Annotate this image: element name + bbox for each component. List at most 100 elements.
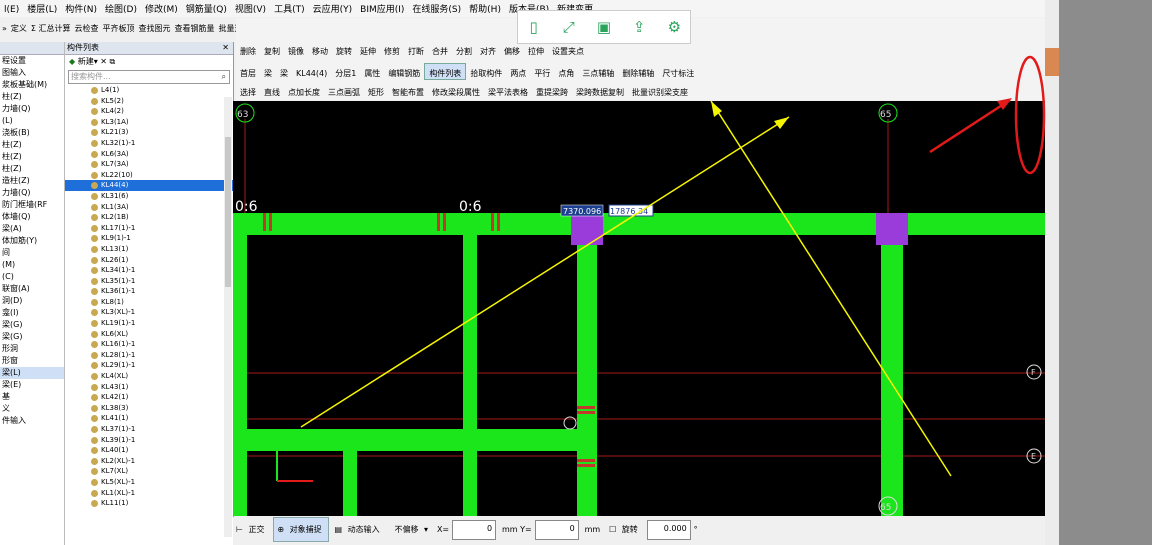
dock-item[interactable]: 联窗(A)	[0, 283, 64, 295]
ribbon-button[interactable]: 三点画弧	[324, 83, 364, 98]
list-item[interactable]: KL9(1)-1	[65, 233, 233, 244]
toolbar-button[interactable]: Σ 汇总计算	[29, 18, 73, 34]
ribbon-button[interactable]: 平行	[530, 64, 554, 79]
column-purple-2[interactable]	[876, 213, 908, 245]
dock-item[interactable]: 体加筋(Y)	[0, 235, 64, 247]
ribbon-button[interactable]: 编辑钢筋	[384, 64, 424, 79]
list-item[interactable]: KL8(1)	[65, 297, 233, 308]
ribbon-button[interactable]: 属性	[360, 64, 384, 79]
rotate-checkbox[interactable]: ☐ 旋转	[606, 518, 644, 541]
list-item[interactable]: KL17(1)-1	[65, 223, 233, 234]
list-item[interactable]: KL42(1)	[65, 392, 233, 403]
ortho-toggle[interactable]: ⊢ 正交	[233, 518, 271, 541]
ribbon-button[interactable]: 批量识别梁支座	[628, 83, 692, 98]
list-item[interactable]: KL3(1A)	[65, 117, 233, 128]
menu-item[interactable]: BIM应用(I)	[356, 0, 408, 15]
dock-item[interactable]: 梁(E)	[0, 379, 64, 391]
menu-item[interactable]: 帮助(H)	[465, 0, 505, 15]
ribbon-button[interactable]: 删除	[236, 42, 260, 57]
close-icon[interactable]: ✕	[222, 42, 229, 54]
beam-col-5[interactable]	[343, 451, 357, 516]
copy-icon[interactable]: ⧉	[110, 57, 116, 66]
ribbon-button[interactable]: KL44(4)	[292, 65, 331, 78]
dyn-input-toggle[interactable]: ▤ 动态输入	[332, 518, 386, 541]
new-button[interactable]: ◆ 新建▾	[69, 57, 98, 66]
list-item[interactable]: KL36(1)-1	[65, 286, 233, 297]
dock-item[interactable]: 基	[0, 391, 64, 403]
toolbar-button[interactable]: 查找图元	[137, 18, 173, 34]
ribbon-button[interactable]: 删除辅轴	[618, 64, 658, 79]
dock-item[interactable]: 浇板(B)	[0, 127, 64, 139]
list-item[interactable]: KL41(1)	[65, 413, 233, 424]
dock-item[interactable]: 龛(I)	[0, 307, 64, 319]
column-purple-1[interactable]	[571, 213, 603, 245]
ribbon-button[interactable]: 修改梁段属性	[428, 83, 484, 98]
list-item[interactable]: KL2(1B)	[65, 212, 233, 223]
ribbon-button[interactable]: 点加长度	[284, 83, 324, 98]
x-field[interactable]: 0	[452, 519, 497, 540]
ribbon-button[interactable]: 拉伸	[524, 42, 548, 57]
list-item[interactable]: KL31(6)	[65, 191, 233, 202]
list-item[interactable]: KL37(1)-1	[65, 424, 233, 435]
list-item[interactable]: KL7(XL)	[65, 466, 233, 477]
list-item[interactable]: KL21(3)	[65, 127, 233, 138]
ribbon-button[interactable]: 设置夹点	[548, 42, 588, 57]
ribbon-button[interactable]: 梁	[260, 64, 276, 79]
ribbon-button[interactable]: 拾取构件	[466, 64, 506, 79]
list-item[interactable]: KL4(2)	[65, 106, 233, 117]
ribbon-button[interactable]: 梁跨数据复制	[572, 83, 628, 98]
y-field[interactable]: 0	[534, 519, 579, 540]
ribbon-button[interactable]: 构件列表	[424, 63, 467, 80]
rotate-field[interactable]: 0.000	[646, 519, 691, 540]
dock-item[interactable]: (C)	[0, 271, 64, 283]
dock-item[interactable]: (L)	[0, 115, 64, 127]
dock-item[interactable]: 浆板基础(M)	[0, 79, 64, 91]
scrollbar[interactable]	[224, 97, 232, 537]
dock-item[interactable]: 间	[0, 247, 64, 259]
list-item[interactable]: KL39(1)-1	[65, 435, 233, 446]
ribbon-button[interactable]: 修剪	[380, 42, 404, 57]
list-item[interactable]: KL16(1)-1	[65, 339, 233, 350]
ribbon-button[interactable]: 两点	[506, 64, 530, 79]
list-item[interactable]: KL19(1)-1	[65, 318, 233, 329]
ribbon-button[interactable]: 对齐	[476, 42, 500, 57]
save-icon[interactable]: ▣	[593, 16, 615, 38]
settings-icon[interactable]: ⚙	[663, 16, 685, 38]
dock-item[interactable]: 柱(Z)	[0, 139, 64, 151]
ribbon-button[interactable]: 偏移	[500, 42, 524, 57]
list-item[interactable]: KL34(1)-1	[65, 265, 233, 276]
menu-item[interactable]: l(E)	[0, 3, 23, 15]
dock-item[interactable]: 形洞	[0, 343, 64, 355]
dock-item[interactable]: 形窗	[0, 355, 64, 367]
toolbar-button[interactable]: »	[0, 19, 9, 33]
ribbon-button[interactable]: 分割	[452, 42, 476, 57]
ribbon-button[interactable]: 合并	[428, 42, 452, 57]
ribbon-button[interactable]: 分层1	[331, 64, 360, 79]
list-item[interactable]: KL40(1)	[65, 445, 233, 456]
ribbon-button[interactable]: 首层	[236, 64, 260, 79]
dock-item[interactable]: 义	[0, 403, 64, 415]
list-item[interactable]: KL1(3A)	[65, 202, 233, 213]
expand-icon[interactable]: ⤢	[558, 16, 580, 38]
beam-col-2[interactable]	[463, 235, 477, 516]
dock-item[interactable]: 力墙(Q)	[0, 103, 64, 115]
dock-item[interactable]: 程设置	[0, 55, 64, 67]
menu-item[interactable]: 钢筋量(Q)	[182, 0, 231, 15]
search-icon[interactable]: ⌕	[222, 71, 226, 83]
menu-item[interactable]: 楼层(L)	[23, 0, 61, 15]
dock-item[interactable]: 梁(L)	[0, 367, 64, 379]
dock-item[interactable]: 梁(A)	[0, 223, 64, 235]
menu-item[interactable]: 绘图(D)	[101, 0, 141, 15]
dock-item[interactable]: 图输入	[0, 67, 64, 79]
ribbon-button[interactable]: 复制	[260, 42, 284, 57]
search-input[interactable]: 搜索构件... ⌕	[68, 70, 230, 84]
list-item[interactable]: KL5(XL)-1	[65, 477, 233, 488]
drawing-svg[interactable]: 63 65 F E 65 0:6 0:6 7370.096 17876.34	[233, 101, 1045, 516]
list-item[interactable]: KL38(3)	[65, 403, 233, 414]
menu-item[interactable]: 修改(M)	[141, 0, 182, 15]
menu-item[interactable]: 工具(T)	[270, 0, 309, 15]
menu-item[interactable]: 在线服务(S)	[408, 0, 465, 15]
ribbon-button[interactable]: 梁	[276, 64, 292, 79]
dock-item[interactable]: 梁(G)	[0, 319, 64, 331]
menu-item[interactable]: 视图(V)	[231, 0, 270, 15]
